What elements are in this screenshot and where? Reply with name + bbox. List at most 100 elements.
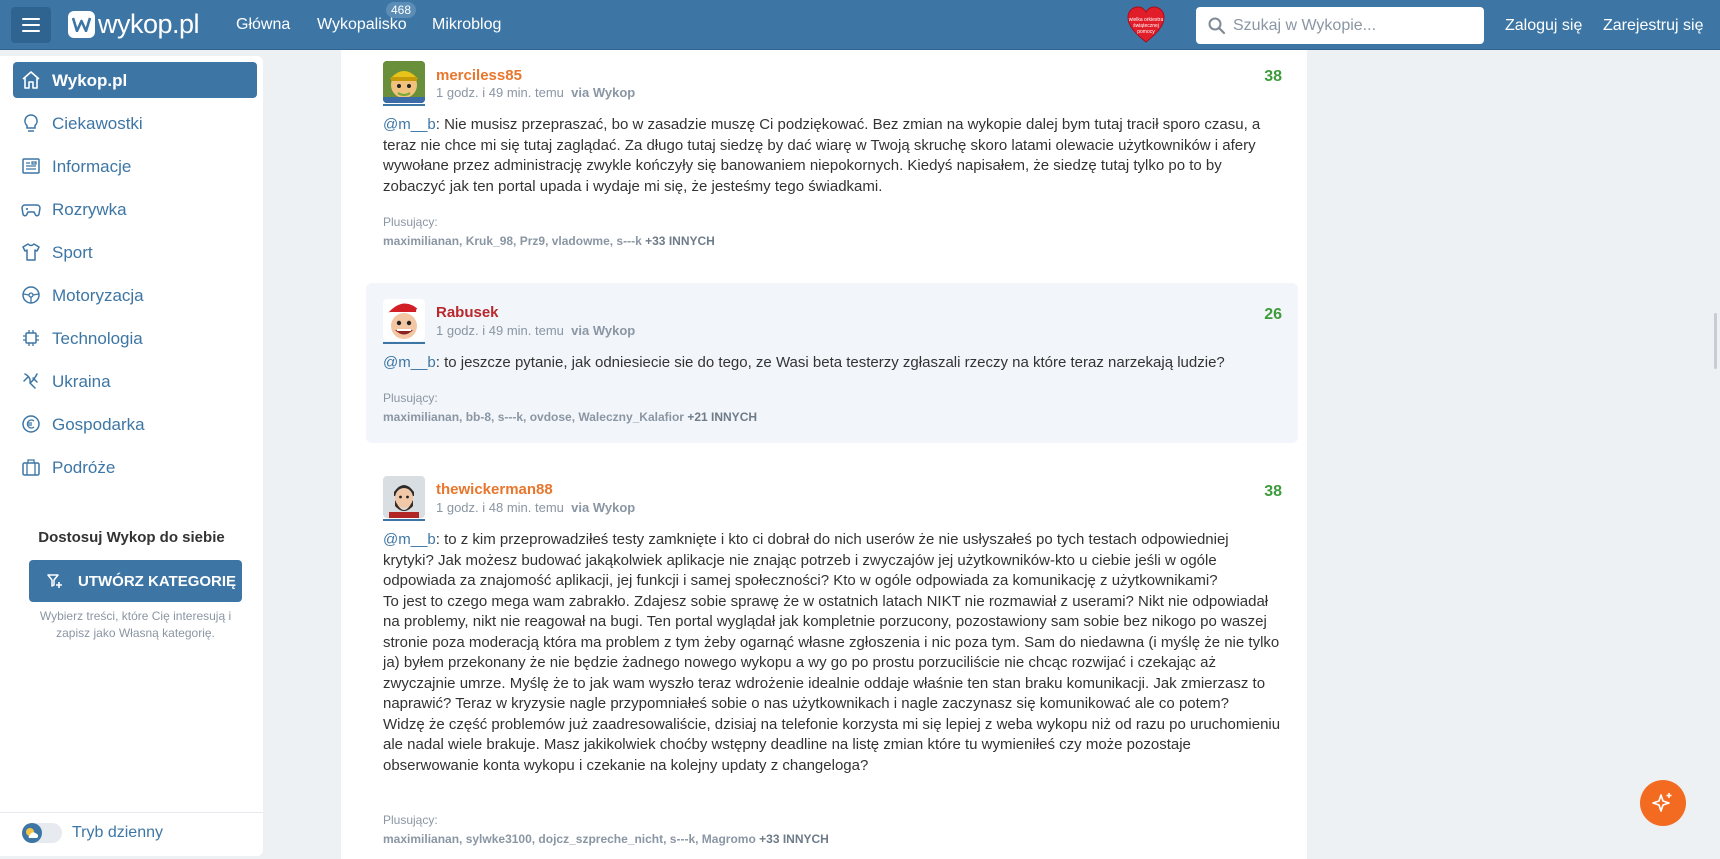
svg-text:pomocy: pomocy [1137, 29, 1155, 35]
sidebar-item-informacje[interactable]: Informacje [13, 148, 257, 184]
comment-body: @m__b: to jeszcze pytanie, jak odniesiec… [383, 353, 1283, 374]
theme-toggle-knob [22, 823, 42, 843]
comment-username[interactable]: thewickerman88 [436, 481, 553, 498]
sidebar-item-label: Ciekawostki [52, 114, 143, 133]
voters-names[interactable]: maximilianan, Kruk_98, Prz9, vladowme, s… [383, 234, 642, 248]
voters-list: maximilianan, Kruk_98, Prz9, vladowme, s… [383, 234, 715, 248]
theme-toggle-label[interactable]: Tryb dzienny [72, 824, 163, 842]
comment-via[interactable]: via Wykop [571, 500, 635, 515]
comment-card: thewickerman88 1 godz. i 48 min. temu vi… [366, 460, 1298, 859]
ai-sparkle-button[interactable] [1640, 780, 1686, 826]
shirt-icon [22, 243, 40, 261]
comment-text: : to jeszcze pytanie, jak odniesiecie si… [435, 354, 1225, 371]
avatar[interactable] [383, 61, 425, 103]
menu-button[interactable] [11, 7, 51, 43]
voters-label: Plusujący: [383, 215, 438, 229]
mention-link[interactable]: @m__b [383, 354, 436, 371]
category-plus-icon [47, 574, 62, 588]
sidebar-item-label: Wykop.pl [52, 71, 128, 90]
voters-more[interactable]: +33 INNYCH [759, 832, 829, 846]
comment-via[interactable]: via Wykop [571, 323, 635, 338]
sidebar-item-wykop[interactable]: Wykop.pl [13, 62, 257, 98]
nav-mikroblog[interactable]: Mikroblog [432, 16, 501, 34]
euro-coin-icon [22, 415, 40, 433]
sidebar-item-motoryzacja[interactable]: Motoryzacja [13, 277, 257, 313]
sidebar-item-technologia[interactable]: Technologia [13, 320, 257, 356]
gamepad-icon [21, 204, 41, 217]
sidebar-item-ukraina[interactable]: Ukraina [13, 363, 257, 399]
voters-label: Plusujący: [383, 391, 438, 405]
avatar[interactable] [383, 476, 425, 518]
comment-time[interactable]: 1 godz. i 49 min. temu [436, 323, 564, 338]
sidebar: Wykop.pl Ciekawostki Informacje Rozrywka… [0, 56, 263, 856]
register-link[interactable]: Zarejestruj się [1603, 17, 1703, 35]
lightbulb-icon [24, 114, 38, 132]
logo-text[interactable]: wykop.pl [98, 9, 200, 40]
sidebar-item-sport[interactable]: Sport [13, 234, 257, 270]
comment-paragraph: @m__b: to z kim przeprowadziłeś testy za… [383, 530, 1283, 592]
theme-toggle[interactable] [22, 823, 62, 843]
steering-wheel-icon [22, 286, 40, 304]
nav-glowna[interactable]: Główna [236, 16, 290, 34]
comment-text: : Nie musisz przepraszać, bo w zasadzie … [383, 116, 1261, 195]
voters-more[interactable]: +33 INNYCH [645, 234, 715, 248]
newspaper-icon [22, 158, 40, 174]
scrollbar-thumb[interactable] [1714, 313, 1717, 369]
comment-paragraph: Widzę że część problemów już zaadresowal… [383, 715, 1281, 774]
nav-wykopalisko[interactable]: Wykopalisko [317, 16, 407, 34]
top-navbar: wykop.pl Główna Wykopalisko 468 Mikroblo… [0, 0, 1720, 50]
sidebar-item-label: Sport [52, 243, 93, 262]
ukraine-icon [23, 373, 38, 389]
comment-meta: 1 godz. i 49 min. temu via Wykop [436, 85, 635, 100]
login-link[interactable]: Zaloguj się [1505, 17, 1582, 35]
chip-icon [23, 330, 39, 346]
sidebar-item-gospodarka[interactable]: Gospodarka [13, 406, 257, 442]
comment-score[interactable]: 26 [1264, 306, 1282, 324]
sparkle-icon [1652, 793, 1672, 812]
comment-username[interactable]: merciless85 [436, 67, 522, 84]
sidebar-item-label: Gospodarka [52, 415, 145, 434]
mention-link[interactable]: @m__b [383, 116, 436, 133]
comment-via[interactable]: via Wykop [571, 85, 635, 100]
home-icon [22, 71, 40, 89]
customize-description: Wybierz treści, które Cię interesują i z… [39, 609, 232, 640]
comment-score[interactable]: 38 [1264, 68, 1282, 86]
search-box[interactable] [1196, 7, 1484, 44]
create-category-label: UTWÓRZ KATEGORIĘ [78, 573, 237, 590]
create-category-button[interactable]: UTWÓRZ KATEGORIĘ [29, 560, 242, 602]
comment-username[interactable]: Rabusek [436, 304, 499, 321]
sidebar-item-ciekawostki[interactable]: Ciekawostki [13, 105, 257, 141]
wosp-heart-icon[interactable]: wielka orkiestra świątecznej pomocy [1126, 5, 1166, 45]
comment-time[interactable]: 1 godz. i 49 min. temu [436, 85, 564, 100]
sidebar-item-rozrywka[interactable]: Rozrywka [13, 191, 257, 227]
sidebar-item-label: Informacje [52, 157, 132, 176]
avatar-underline [383, 104, 425, 106]
avatar-underline [383, 519, 425, 521]
customize-title: Dostosuj Wykop do siebie [38, 529, 225, 546]
search-icon [1208, 17, 1226, 35]
sidebar-item-podroze[interactable]: Podróże [13, 449, 257, 485]
sidebar-item-label: Motoryzacja [52, 286, 144, 305]
sidebar-item-label: Podróże [52, 458, 116, 477]
comment-paragraph: To jest to czego mega wam zabrakło. Zdaj… [383, 592, 1280, 713]
voters-names[interactable]: maximilianan, sylwke3100, dojcz_szpreche… [383, 832, 756, 846]
voters-list: maximilianan, sylwke3100, dojcz_szpreche… [383, 832, 829, 846]
search-input[interactable] [1233, 7, 1473, 44]
voters-list: maximilianan, bb-8, s---k, ovdose, Walec… [383, 410, 757, 424]
comment-time[interactable]: 1 godz. i 48 min. temu [436, 500, 564, 515]
voters-more[interactable]: +21 INNYCH [687, 410, 757, 424]
comment-card: Rabusek 1 godz. i 49 min. temu via Wykop… [366, 283, 1298, 443]
mention-link[interactable]: @m__b [383, 531, 436, 548]
sun-cloud-icon [26, 828, 39, 838]
divider [0, 812, 263, 813]
voters-names[interactable]: maximilianan, bb-8, s---k, ovdose, Walec… [383, 410, 684, 424]
avatar[interactable] [383, 299, 425, 341]
wykop-logo-icon[interactable] [68, 11, 95, 38]
comment-meta: 1 godz. i 48 min. temu via Wykop [436, 500, 635, 515]
comment-card: merciless85 1 godz. i 49 min. temu via W… [366, 52, 1298, 267]
comment-text: : to z kim przeprowadziłeś testy zamknię… [383, 531, 1229, 589]
sidebar-item-label: Rozrywka [52, 200, 127, 219]
comment-meta: 1 godz. i 49 min. temu via Wykop [436, 323, 635, 338]
sidebar-item-label: Technologia [52, 329, 143, 348]
comment-score[interactable]: 38 [1264, 483, 1282, 501]
